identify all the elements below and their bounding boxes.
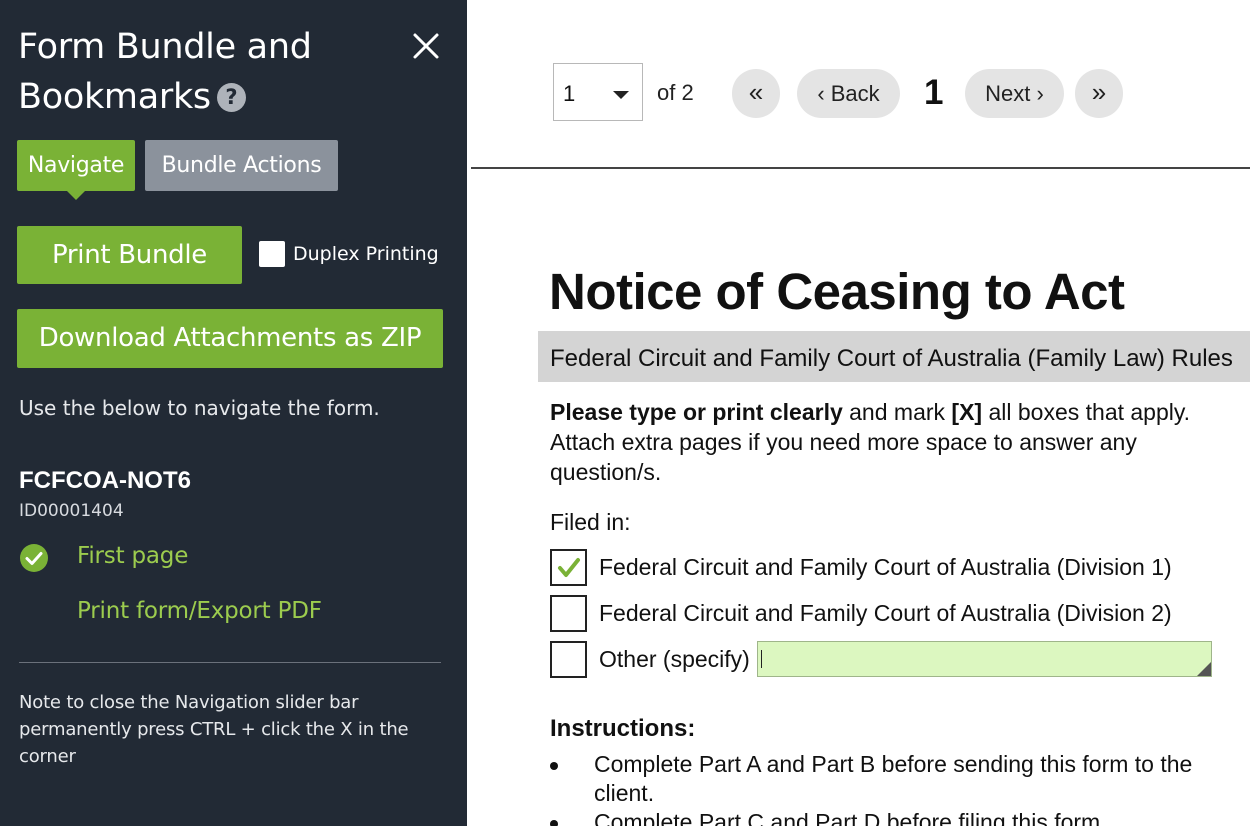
check-circle-icon (20, 544, 48, 572)
form-intro: Please type or print clearly and mark [X… (550, 397, 1210, 487)
instruction-text-2: Complete Part C and Part D before filing… (594, 809, 1107, 826)
first-page-button[interactable]: « (732, 69, 780, 118)
sidebar-title-text: Form Bundle and Bookmarks (18, 27, 312, 117)
instructions-list: Complete Part A and Part B before sendin… (550, 750, 1230, 826)
page-total: of 2 (657, 80, 694, 105)
filed-in-label: Filed in: (550, 509, 631, 535)
bullet-icon (550, 820, 558, 826)
tab-navigate[interactable]: Navigate (17, 140, 135, 200)
sidebar-divider (19, 662, 441, 663)
form-code: FCFCOA-NOT6 (19, 467, 191, 494)
sidebar-note-line-2: permanently press CTRL + click the X in … (19, 719, 409, 767)
chevron-down-icon (613, 91, 629, 99)
toolbar-divider (471, 167, 1250, 169)
form-intro-x: [X] (951, 399, 983, 425)
tab-bundle-actions[interactable]: Bundle Actions (145, 140, 338, 191)
document-title: Notice of Ceasing to Act (549, 263, 1125, 320)
checkbox-other[interactable] (550, 640, 587, 678)
page-select-value: 1 (563, 81, 576, 106)
close-icon[interactable] (411, 31, 441, 61)
back-button[interactable]: ‹ Back (797, 69, 900, 118)
print-bundle-button[interactable]: Print Bundle (17, 226, 242, 284)
last-page-button[interactable]: » (1075, 69, 1123, 118)
nav-link-print-export[interactable]: Print form/Export PDF (77, 598, 322, 624)
checkmark-icon (558, 557, 580, 577)
text-cursor (761, 650, 762, 668)
option-other: Other (specify) (550, 640, 750, 678)
form-intro-mid: and mark (842, 399, 952, 425)
option-division-1: Federal Circuit and Family Court of Aust… (550, 548, 1172, 586)
current-page-number: 1 (924, 73, 944, 112)
instructions-heading: Instructions: (550, 715, 696, 742)
nav-link-first-page[interactable]: First page (77, 543, 188, 569)
bullet-icon (550, 762, 558, 770)
download-zip-button[interactable]: Download Attachments as ZIP (17, 309, 443, 368)
checkbox-division-1[interactable] (550, 548, 587, 586)
rules-banner-text: Federal Circuit and Family Court of Aust… (550, 345, 1233, 372)
sidebar-title: Form Bundle and Bookmarks? (18, 22, 418, 122)
option-division-2: Federal Circuit and Family Court of Aust… (550, 594, 1172, 632)
help-icon[interactable]: ? (216, 83, 246, 112)
page-select[interactable]: 1 (553, 63, 643, 121)
sidebar-note-line-1: Note to close the Navigation slider bar (19, 692, 359, 713)
list-item: Complete Part A and Part B before sendin… (550, 750, 1230, 808)
option-division-2-label: Federal Circuit and Family Court of Aust… (599, 599, 1172, 626)
document-viewer: 1 of 2 « ‹ Back 1 Next › » Notice of Cea… (467, 0, 1250, 826)
form-id: ID00001404 (19, 501, 124, 521)
rules-banner: Federal Circuit and Family Court of Aust… (538, 331, 1250, 382)
duplex-printing-toggle[interactable]: Duplex Printing (259, 240, 439, 268)
instruction-text-1: Complete Part A and Part B before sendin… (594, 751, 1193, 806)
duplex-printing-label: Duplex Printing (293, 243, 439, 265)
duplex-printing-checkbox[interactable] (259, 241, 285, 267)
checkbox-division-2[interactable] (550, 594, 587, 632)
next-button[interactable]: Next › (965, 69, 1064, 118)
other-specify-input[interactable] (757, 641, 1212, 677)
resize-handle-icon[interactable] (1197, 662, 1211, 676)
option-other-label: Other (specify) (599, 645, 750, 672)
sidebar-note: Note to close the Navigation slider bar … (19, 689, 459, 770)
list-item: Complete Part C and Part D before filing… (550, 808, 1230, 826)
form-intro-bold: Please type or print clearly (550, 399, 843, 425)
option-division-1-label: Federal Circuit and Family Court of Aust… (599, 553, 1172, 580)
navigation-sidebar: Form Bundle and Bookmarks? Navigate Bund… (0, 0, 467, 826)
navigation-hint: Use the below to navigate the form. (19, 396, 380, 420)
